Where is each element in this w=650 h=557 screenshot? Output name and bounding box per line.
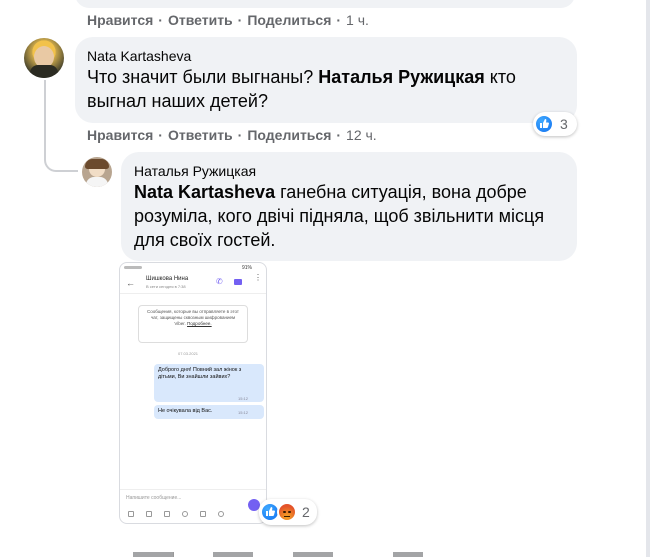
attached-screenshot[interactable]: 91% ← Шишкова Нина В сети сегодня в 7:38… <box>119 262 267 524</box>
message-time: 15:12 <box>238 410 249 415</box>
share-link[interactable]: Поделиться <box>247 127 331 143</box>
reactions-count: 2 <box>302 504 310 520</box>
more-options-icon[interactable]: ⋮ <box>254 274 262 282</box>
comment-text: Nata Kartasheva ганебна ситуація, вона д… <box>134 182 545 250</box>
video-call-icon[interactable] <box>234 279 242 285</box>
reactions-summary[interactable]: 3 <box>533 112 577 136</box>
like-link[interactable]: Нравится <box>87 12 153 28</box>
encryption-link[interactable]: Подробнее. <box>187 321 212 326</box>
message-time: 15:12 <box>238 396 249 401</box>
reply-link[interactable]: Ответить <box>168 127 233 143</box>
next-action-row-fragment <box>133 552 433 557</box>
angry-reaction-icon <box>277 502 297 522</box>
date-divider: 07.03.2021 <box>178 351 199 356</box>
comment-actions: Нравится · Ответить · Поделиться · 12 ч. <box>87 127 377 143</box>
thread-branch <box>44 150 78 172</box>
comment-timestamp[interactable]: 1 ч. <box>346 12 369 28</box>
reactions-summary[interactable]: 2 <box>259 499 317 525</box>
avatar-natalya-ruzhytska[interactable] <box>82 157 112 187</box>
contact-name: Шишкова Нина <box>146 276 189 282</box>
avatar-nata-kartasheva[interactable] <box>24 38 64 78</box>
reply-link[interactable]: Ответить <box>168 12 233 28</box>
comment-timestamp[interactable]: 12 ч. <box>346 127 377 143</box>
contact-status: В сети сегодня в 7:38 <box>146 284 186 289</box>
previous-comment-actions: Нравится · Ответить · Поделиться · 1 ч. <box>87 12 369 28</box>
input-divider <box>120 489 266 490</box>
like-reaction-icon <box>534 114 554 134</box>
comment-author[interactable]: Наталья Ружицкая <box>134 163 256 179</box>
reactions-count: 3 <box>560 116 568 132</box>
phone-icon[interactable]: ✆ <box>216 277 223 286</box>
thread-line <box>44 80 46 160</box>
status-bar-icons <box>124 266 142 269</box>
status-bar-battery: 91% <box>241 265 252 271</box>
encryption-notice: Сообщения, которые вы отправляете в этот… <box>138 305 248 343</box>
like-link[interactable]: Нравится <box>87 127 153 143</box>
mention-link[interactable]: Nata Kartasheva <box>134 182 275 202</box>
header-divider <box>120 293 266 294</box>
comment-text: Что значит были выгнаны? Наталья Ружицка… <box>87 67 516 111</box>
scrollbar-track[interactable] <box>646 0 650 557</box>
comment-author[interactable]: Nata Kartasheva <box>87 48 191 64</box>
mention-link[interactable]: Наталья Ружицкая <box>318 67 485 87</box>
previous-comment-bubble <box>75 0 575 8</box>
toolbar-icons[interactable] <box>128 511 224 517</box>
back-arrow-icon[interactable]: ← <box>126 278 135 288</box>
share-link[interactable]: Поделиться <box>247 12 331 28</box>
message-input[interactable]: Напишите сообщение... <box>126 495 181 501</box>
